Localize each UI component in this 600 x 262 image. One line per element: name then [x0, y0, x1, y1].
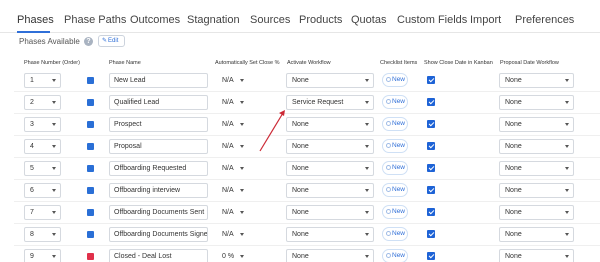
- annotation-arrow: [259, 110, 285, 152]
